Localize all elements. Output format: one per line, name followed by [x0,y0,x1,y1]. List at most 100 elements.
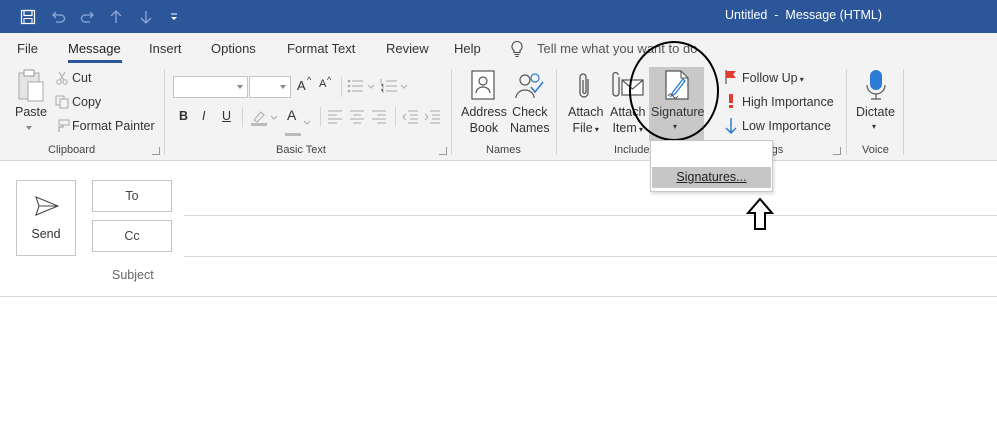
address-book-label-line2: Book [469,121,499,135]
signatures-label: Signatures... [676,170,747,184]
group-divider [451,69,452,155]
grow-font-caret-icon: ^ [307,75,312,85]
names-group-label: Names [486,144,521,156]
cc-button[interactable]: Cc [92,220,172,252]
divider [320,107,321,127]
low-importance-icon [724,117,738,140]
attach-file-label-line2: File [572,121,593,135]
high-importance-icon [727,93,735,114]
paste-icon[interactable] [16,69,46,108]
font-size-combo[interactable] [249,76,291,98]
cc-field-line [184,256,997,257]
check-names-icon [513,70,545,105]
bullets-icon[interactable] [347,78,377,99]
tab-review[interactable]: Review [386,41,429,56]
high-importance-button[interactable]: High Importance [742,95,834,109]
basic-text-launcher-icon[interactable] [439,147,447,155]
underline-button[interactable]: U [222,109,231,123]
to-field-line [184,215,997,216]
address-book-label-line1: Address [461,105,507,119]
tab-help[interactable]: Help [454,41,481,56]
paste-label: Paste [15,105,47,119]
paste-caret-icon [26,126,32,130]
paste-button[interactable]: Paste [15,104,47,120]
cc-input[interactable] [184,222,997,254]
dictate-button[interactable]: Dictate [856,104,895,120]
signature-dropdown: Signatures... [650,140,773,192]
align-right-icon[interactable] [372,110,386,129]
tab-file[interactable]: File [17,41,38,56]
ribbon: Paste Cut Copy Format Painter Clipboard … [0,41,997,161]
flag-icon [724,69,738,90]
subject-label: Subject [112,268,154,282]
send-button[interactable]: Send [16,180,76,256]
group-divider [903,69,904,155]
address-book-button[interactable]: Address Book [461,104,507,136]
up-arrow-annotation-icon [746,197,774,230]
to-button[interactable]: To [92,180,172,212]
attach-file-button[interactable]: Attach File ▾ [568,104,603,138]
align-center-icon[interactable] [350,110,364,129]
low-importance-button[interactable]: Low Importance [742,119,831,133]
format-painter-icon [54,119,70,138]
customize-icon[interactable] [164,7,184,27]
include-group-label: Include [614,144,650,156]
follow-up-button[interactable]: Follow Up ▾ [742,71,804,85]
font-color-caret-icon [303,113,311,131]
clipboard-launcher-icon[interactable] [152,147,160,155]
font-color-button[interactable]: A [287,107,296,123]
font-name-combo[interactable] [173,76,248,98]
decrease-indent-icon[interactable] [402,110,418,129]
cut-icon [55,71,69,90]
numbering-icon[interactable] [380,78,410,99]
tab-options[interactable]: Options [211,41,256,56]
redo-icon[interactable] [78,7,98,27]
to-input[interactable] [184,182,997,214]
up-arrow-icon[interactable] [106,7,126,27]
copy-icon [55,95,69,114]
clipboard-group-label: Clipboard [48,144,96,156]
increase-indent-icon[interactable] [424,110,440,129]
microphone-icon [865,69,887,106]
down-arrow-icon[interactable] [136,7,156,27]
highlight-icon[interactable] [250,108,280,131]
font-color-bar-icon [285,123,301,141]
dictate-caret-icon: ▾ [872,122,877,131]
undo-icon[interactable] [48,7,68,27]
address-book-icon [470,70,496,105]
tab-message[interactable]: Message [68,41,121,56]
copy-button[interactable]: Copy [72,95,101,109]
tags-launcher-icon[interactable] [833,147,841,155]
voice-group-label: Voice [862,144,889,156]
paperclip-icon [577,71,593,106]
attach-file-label-line1: Attach [568,105,604,119]
send-icon [35,196,60,221]
menu-bar: File Message Insert Options Format Text … [0,33,997,65]
signatures-menu-item[interactable]: Signatures... [652,167,771,188]
subject-input[interactable] [184,260,997,294]
save-icon[interactable] [18,7,38,27]
group-divider [846,69,847,155]
check-names-label-line1: Check [512,105,548,119]
tab-format-text[interactable]: Format Text [287,41,355,56]
align-left-icon[interactable] [328,110,342,129]
follow-up-label: Follow Up [742,71,798,85]
active-tab-indicator [68,60,122,63]
tab-insert[interactable]: Insert [149,41,182,56]
group-divider [556,69,557,155]
check-names-button[interactable]: Check Names [510,104,550,136]
check-names-label-line2: Names [510,121,550,135]
italic-button[interactable]: I [202,109,205,123]
cut-button[interactable]: Cut [72,71,91,85]
highlight-circle [629,41,719,141]
grow-font-button[interactable]: A [297,78,306,93]
basic-text-group-label: Basic Text [276,144,326,156]
lightbulb-icon [510,40,524,63]
dictate-label: Dictate [856,105,895,119]
attach-file-caret-icon: ▾ [592,125,599,134]
window-title: Untitled - Message (HTML) [725,8,882,22]
bold-button[interactable]: B [179,109,188,123]
format-painter-button[interactable]: Format Painter [72,119,155,133]
shrink-font-button[interactable]: A [319,78,326,90]
message-body[interactable] [0,298,997,434]
